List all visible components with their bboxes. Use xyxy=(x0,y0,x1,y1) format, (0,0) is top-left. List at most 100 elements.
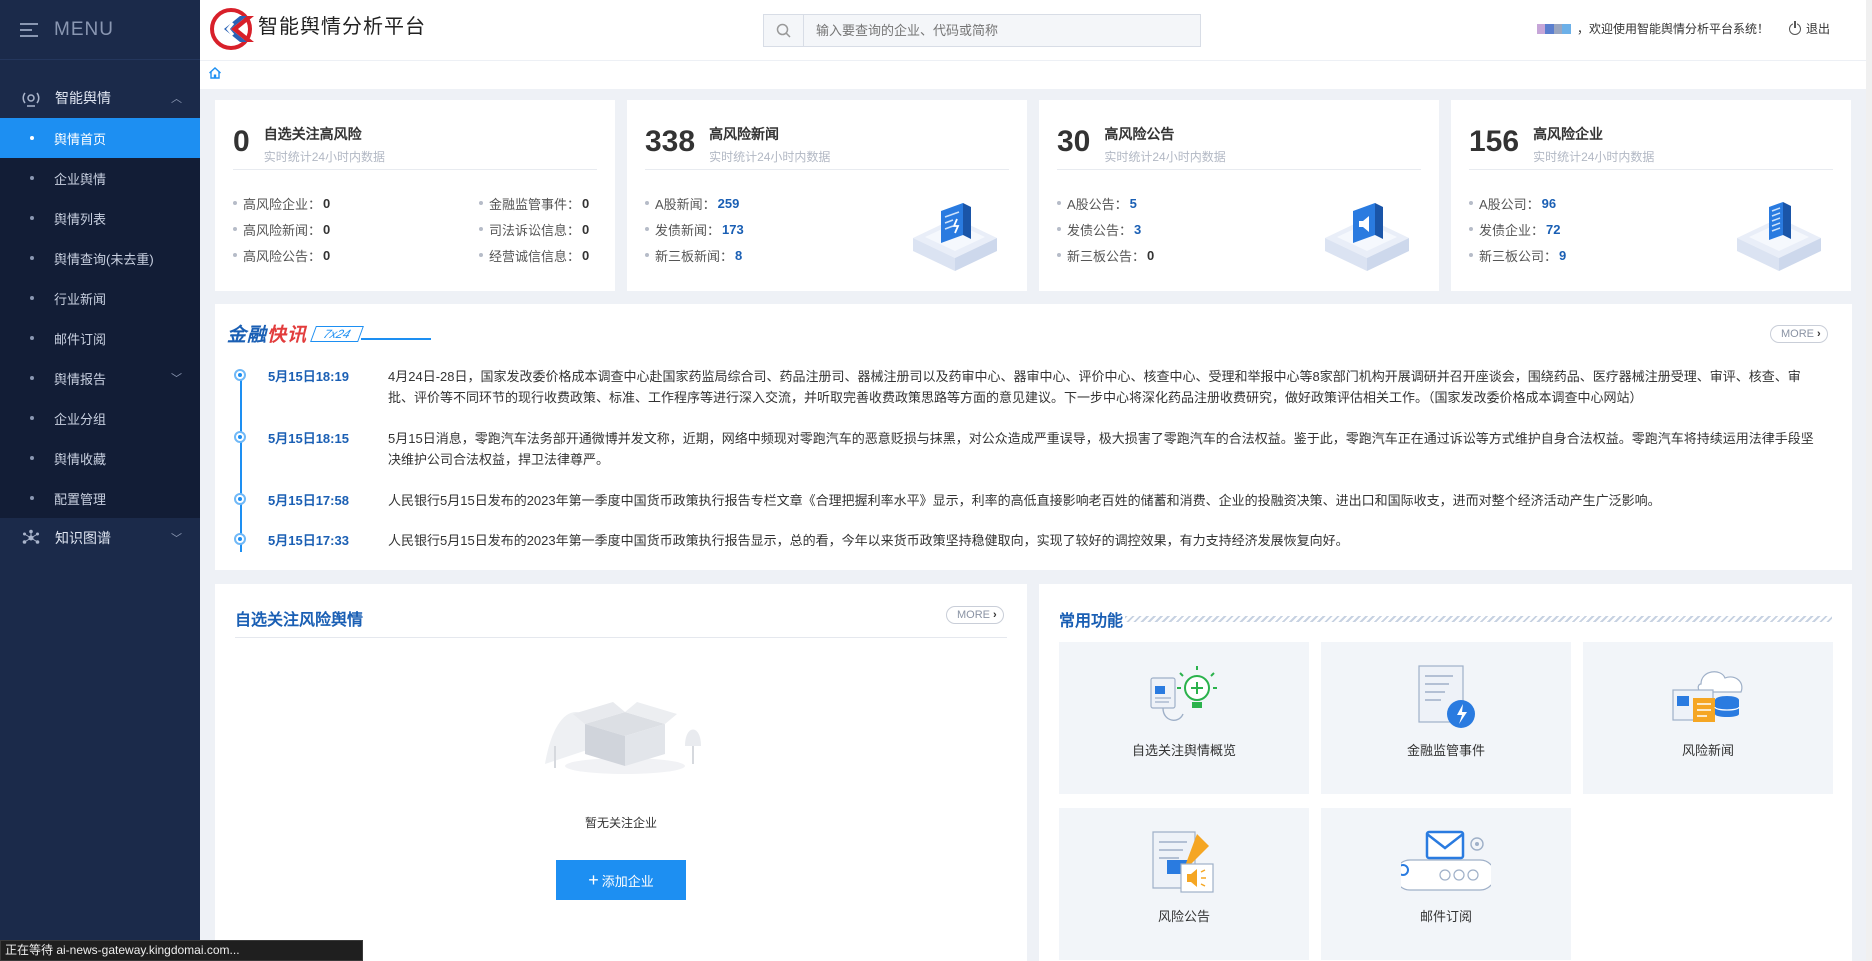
company-cube-icon xyxy=(1729,193,1829,273)
stat-subtitle: 实时统计24小时内数据 xyxy=(709,150,831,164)
flash-text: 人民银行5月15日发布的2023年第一季度中国货币政策执行报告专栏文章《合理把握… xyxy=(388,493,1661,508)
stat-row-value: 0 xyxy=(323,247,331,263)
panel-title: 自选关注风险舆情 xyxy=(235,612,364,629)
sidebar-item-label: 舆情查询(未去重) xyxy=(54,251,154,267)
sidebar-item-sentiment-home[interactable]: 舆情首页 xyxy=(0,118,200,158)
flash-text: 人民银行5月15日发布的2023年第一季度中国货币政策执行报告显示，总的看，今年… xyxy=(388,533,1349,548)
stat-row[interactable]: 金融监管事件： 0 xyxy=(479,190,597,216)
sidebar-item-sentiment-list[interactable]: 舆情列表 xyxy=(0,198,200,238)
timeline-node-icon xyxy=(234,493,246,505)
stat-header: 338 高风险新闻 实时统计24小时内数据 xyxy=(645,122,1009,170)
sidebar-group-smart-sentiment[interactable]: 智能舆情 ︿ xyxy=(0,78,200,118)
stat-row[interactable]: 司法诉讼信息： 0 xyxy=(479,216,597,242)
stat-number: 156 xyxy=(1469,125,1520,158)
func-tile-mail-subscribe[interactable]: 邮件订阅 xyxy=(1321,808,1571,960)
app-title: 智能舆情分析平台 xyxy=(258,16,426,38)
stat-row-value: 259 xyxy=(717,195,740,211)
add-company-label: 添加企业 xyxy=(601,873,654,889)
stat-header: 0 自选关注高风险 实时统计24小时内数据 xyxy=(233,122,597,170)
flash-more-button[interactable]: MORE › xyxy=(1770,325,1828,343)
flash-news-title: 金融快讯 7x24 xyxy=(227,320,432,347)
stat-row-value: 0 xyxy=(582,221,590,237)
power-icon xyxy=(1788,19,1801,35)
flash-time: 5月15日17:58 xyxy=(268,493,349,508)
stat-row-value: 0 xyxy=(1147,247,1155,263)
bullet-icon xyxy=(30,416,34,420)
more-label: MORE xyxy=(1781,328,1814,340)
sidebar-item-sentiment-report[interactable]: 舆情报告 ﹀ xyxy=(0,358,200,398)
menu-toggle[interactable]: MENU xyxy=(0,0,200,60)
chevron-right-icon: › xyxy=(1817,328,1821,340)
stat-row-value: 0 xyxy=(323,221,331,237)
stat-card-risk-news: 338 高风险新闻 实时统计24小时内数据 A股新闻： 259 发债新闻： 173 … xyxy=(627,100,1027,291)
common-functions-panel: 常用功能 自选关注舆情概览 金融监管事件 风险新闻 风险公告 邮件订阅 xyxy=(1039,584,1852,961)
stat-row-value: 0 xyxy=(323,195,331,211)
bullet-icon xyxy=(30,336,34,340)
sidebar-item-company-sentiment[interactable]: 企业舆情 xyxy=(0,158,200,198)
sidebar-item-industry-news[interactable]: 行业新闻 xyxy=(0,278,200,318)
stat-row-label: 发债企业： xyxy=(1479,222,1545,238)
stat-header: 156 高风险企业 实时统计24小时内数据 xyxy=(1469,122,1833,170)
user-area: ，欢迎使用智能舆情分析平台系统！ 退出 xyxy=(1536,19,1830,37)
stat-header: 30 高风险公告 实时统计24小时内数据 xyxy=(1057,122,1421,170)
sidebar-item-label: 行业新闻 xyxy=(54,291,107,307)
watch-more-button[interactable]: MORE › xyxy=(946,606,1004,624)
sidebar-item-label: 舆情首页 xyxy=(54,131,107,147)
timeline-node-icon xyxy=(234,431,246,443)
flash-tag: 7x24 xyxy=(310,325,364,342)
stat-title: 自选关注高风险 xyxy=(263,126,362,142)
stat-row[interactable]: 高风险企业： 0 xyxy=(233,190,479,216)
flash-text: 5月15日消息，零跑汽车法务部开通微博并发文称，近期，网络中频现对零跑汽车的恶意… xyxy=(388,431,1814,467)
sidebar-item-sentiment-query[interactable]: 舆情查询(未去重) xyxy=(0,238,200,278)
flash-news-panel: 金融快讯 7x24 MORE › 5月15日18:19 4月24日-28日，国家发… xyxy=(215,304,1852,570)
sidebar-item-mail-subscription[interactable]: 邮件订阅 xyxy=(0,318,200,358)
search-icon[interactable] xyxy=(764,15,804,46)
mail-subscribe-icon xyxy=(1394,826,1496,906)
func-tile-label: 金融监管事件 xyxy=(1406,743,1485,758)
sidebar-item-favorites[interactable]: 舆情收藏 xyxy=(0,438,200,478)
plus-icon: + xyxy=(588,870,599,890)
sidebar-group-knowledge-graph[interactable]: 知识图谱 ﹀ xyxy=(0,518,200,558)
stat-title: 高风险新闻 xyxy=(709,126,780,142)
watch-risk-panel: 自选关注风险舆情 MORE › 暂无关注企业 + 添加企业 xyxy=(215,584,1027,961)
stat-row-value: 9 xyxy=(1559,247,1567,263)
func-tile-regulation-event[interactable]: 金融监管事件 xyxy=(1321,642,1571,794)
stat-row-value: 173 xyxy=(722,221,744,237)
chevron-up-icon: ︿ xyxy=(171,93,182,105)
search-box[interactable] xyxy=(763,14,1201,47)
stat-row[interactable]: 高风险公告： 0 xyxy=(233,242,479,268)
empty-text: 暂无关注企业 xyxy=(584,816,657,830)
stat-row-value: 8 xyxy=(735,247,743,263)
hamburger-icon xyxy=(20,22,38,37)
user-avatar xyxy=(1536,23,1571,34)
logout-button[interactable]: 退出 xyxy=(1788,19,1830,37)
sidebar-item-config[interactable]: 配置管理 xyxy=(0,478,200,518)
sidebar-item-company-group[interactable]: 企业分组 xyxy=(0,398,200,438)
stat-card-watch-risk: 0 自选关注高风险 实时统计24小时内数据 高风险企业： 0 高风险新闻： 0 高风… xyxy=(215,100,615,291)
risk-announcement-icon xyxy=(1139,826,1229,906)
bullet-icon xyxy=(30,496,34,500)
watch-overview-icon xyxy=(1139,660,1229,740)
chevron-down-icon: ﹀ xyxy=(171,373,182,385)
timeline-node-icon xyxy=(234,369,246,381)
add-company-button[interactable]: + 添加企业 xyxy=(556,860,686,900)
radar-icon xyxy=(22,89,40,107)
page-scrollbar[interactable] xyxy=(1866,0,1872,961)
func-tile-watch-overview[interactable]: 自选关注舆情概览 xyxy=(1059,642,1309,794)
flash-text: 4月24日-28日，国家发改委价格成本调查中心赴国家药监局综合司、药品注册司、器… xyxy=(388,369,1801,405)
stat-row[interactable]: 高风险新闻： 0 xyxy=(233,216,479,242)
stat-row-value: 72 xyxy=(1546,221,1561,237)
search-input[interactable] xyxy=(804,23,1184,38)
stat-subtitle: 实时统计24小时内数据 xyxy=(263,150,386,164)
logo[interactable]: 智能舆情分析平台 xyxy=(210,8,426,50)
flash-time: 5月15日18:19 xyxy=(268,369,349,384)
func-tile-risk-news[interactable]: 风险新闻 xyxy=(1583,642,1833,794)
stat-title: 高风险企业 xyxy=(1533,126,1604,142)
func-tile-risk-announcement[interactable]: 风险公告 xyxy=(1059,808,1309,960)
bullet-icon xyxy=(30,256,34,260)
stat-row[interactable]: 经营诚信信息： 0 xyxy=(479,242,597,268)
func-tile-label: 风险新闻 xyxy=(1681,743,1734,758)
divider xyxy=(235,637,1007,638)
home-icon[interactable] xyxy=(208,66,224,82)
stat-row-label: 高风险新闻： xyxy=(243,222,322,238)
